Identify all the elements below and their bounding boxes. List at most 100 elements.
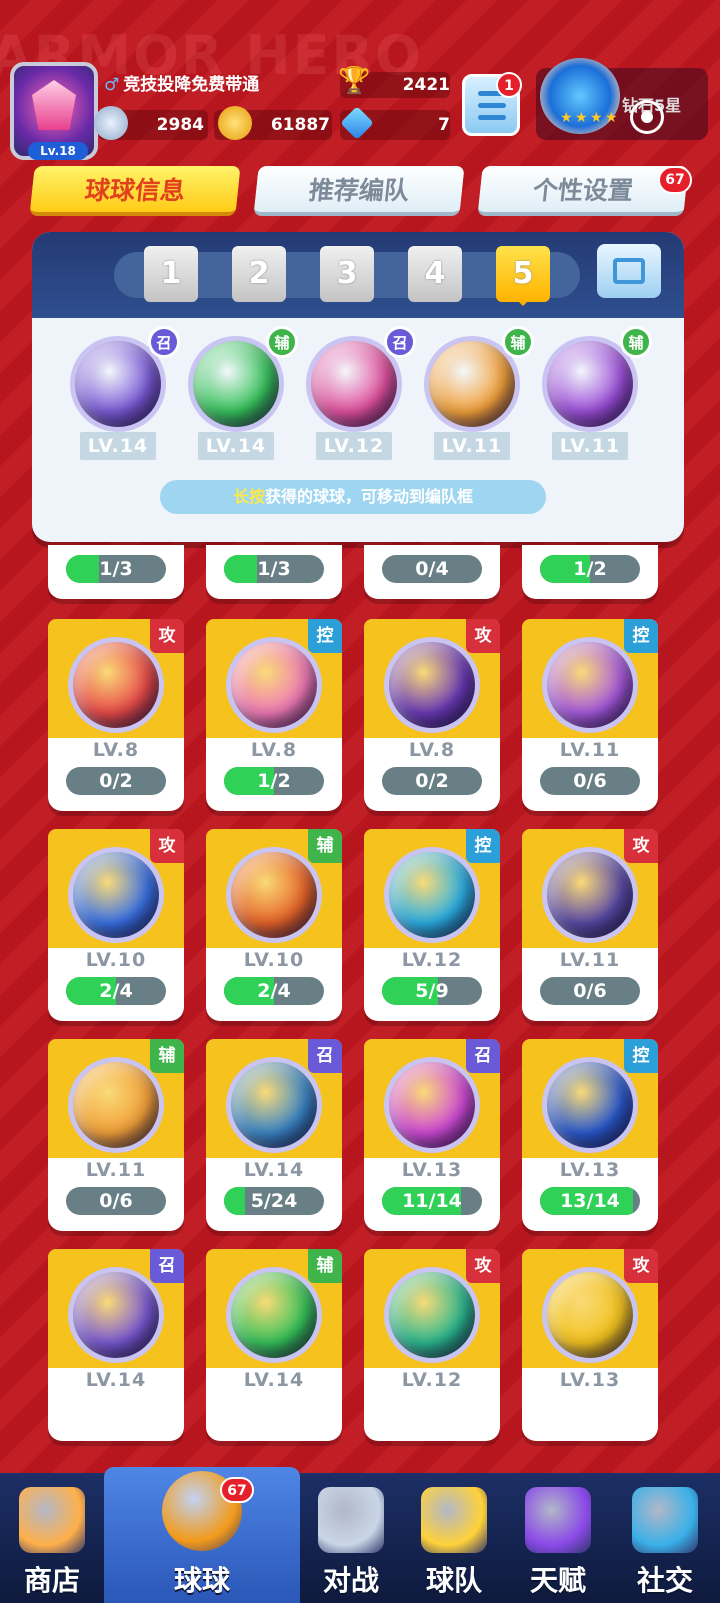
ball-level-label: LV.14 — [243, 1159, 305, 1181]
ball-card[interactable]: 召 LV.14 5/24 — [206, 1039, 342, 1231]
upgrade-progress-bar: 1/3 — [66, 555, 166, 583]
progress-text: 1/3 — [99, 558, 133, 580]
star-currency-icon — [94, 106, 128, 140]
hint-highlight: 长按 — [232, 487, 265, 506]
team-slot-4[interactable]: 4 — [408, 246, 462, 302]
ball-card[interactable]: 控 LV.11 0/6 — [522, 619, 658, 811]
shop-icon — [19, 1487, 85, 1553]
ball-level-label: LV.11 — [434, 432, 510, 460]
progress-text: 11/14 — [402, 1190, 462, 1212]
ball-type-badge: 召 — [308, 1039, 342, 1073]
ball-level-label: LV.10 — [85, 949, 147, 971]
coin-value: 61887 — [270, 115, 330, 135]
ball-card[interactable]: LV.9 1/3 — [48, 545, 184, 599]
ball-type-badge: 攻 — [150, 619, 184, 653]
ball-type-badge: 控 — [624, 619, 658, 653]
menu-notification-badge: 1 — [496, 72, 522, 98]
upgrade-progress-bar: 0/2 — [382, 767, 482, 795]
clock-ball-icon — [542, 1057, 638, 1153]
ball-card[interactable]: 控 LV.13 13/14 — [522, 1039, 658, 1231]
progress-text: 0/6 — [573, 770, 607, 792]
ball-type-badge: 攻 — [466, 1249, 500, 1283]
coin-icon — [218, 106, 252, 140]
progress-text: 0/4 — [415, 558, 449, 580]
ball-level-label: LV.14 — [85, 1369, 147, 1391]
ball-type-badge: 攻 — [624, 1249, 658, 1283]
ball-level-label: LV.13 — [559, 1159, 621, 1181]
ball-level-label: LV.10 — [364, 545, 500, 549]
tab-ball-info[interactable]: 球球信息 — [29, 166, 241, 216]
nav-item-2[interactable]: 对战 — [300, 1473, 402, 1603]
ball-level-label: LV.14 — [198, 432, 274, 460]
ball-level-label: LV.8 — [408, 739, 456, 761]
ball-card[interactable]: 召 LV.14 — [48, 1249, 184, 1441]
ball-card[interactable]: 辅 LV.14 — [206, 1249, 342, 1441]
progress-text: 5/9 — [415, 980, 449, 1002]
drag-hint: 长按获得的球球，可移动到编队框 — [160, 480, 546, 514]
tornado-ball-icon — [384, 1267, 480, 1363]
whirlwind-ball-icon — [226, 1057, 322, 1153]
progress-text: 5/24 — [250, 1190, 298, 1212]
nav-item-5[interactable]: 社交 — [610, 1473, 720, 1603]
nav-label: 天赋 — [529, 1564, 586, 1597]
nav-item-3[interactable]: 球队 — [402, 1473, 506, 1603]
progress-text: 0/6 — [573, 980, 607, 1002]
record-button-icon[interactable] — [630, 100, 664, 134]
ball-card[interactable]: 攻 LV.8 0/2 — [48, 619, 184, 811]
tab-recommended-team[interactable]: 推荐编队 — [253, 166, 465, 216]
ball-type-badge: 攻 — [624, 829, 658, 863]
ball-level-label: LV.12 — [316, 432, 392, 460]
nav-label: 球球 — [173, 1564, 230, 1597]
tab-personal-settings[interactable]: 个性设置 — [477, 166, 689, 216]
progress-text: 1/2 — [257, 770, 291, 792]
ball-level-label: LV.12 — [401, 949, 463, 971]
upgrade-progress-bar: 1/3 — [224, 555, 324, 583]
player-avatar[interactable]: Lv.18 — [10, 62, 98, 160]
upgrade-progress-bar: 2/4 — [224, 977, 324, 1005]
ball-card[interactable]: LV.10 0/4 — [364, 545, 500, 599]
ball-level-label: LV.9 — [48, 545, 184, 549]
team-slot-5[interactable]: 5 — [496, 246, 550, 306]
ball-card[interactable]: 攻 LV.12 — [364, 1249, 500, 1441]
ball-level-label: LV.11 — [552, 432, 628, 460]
team-slot-header: 1 2 3 4 5 — [32, 232, 684, 318]
nav-label: 商店 — [23, 1564, 80, 1597]
hint-text: 获得的球球，可移动到编队框 — [265, 487, 474, 506]
ball-card[interactable]: 控 LV.8 1/2 — [206, 619, 342, 811]
ball-type-badge: 控 — [466, 829, 500, 863]
rank-star-icon: ★ — [590, 110, 603, 126]
nav-item-4[interactable]: 天赋 — [506, 1473, 610, 1603]
player-level-badge: Lv.18 — [28, 142, 88, 160]
team-slot-3[interactable]: 3 — [320, 246, 374, 302]
ball-card[interactable]: LV.9 1/3 — [206, 545, 342, 599]
nav-item-0[interactable]: 商店 — [0, 1473, 104, 1603]
ball-card[interactable]: 辅 LV.10 2/4 — [206, 829, 342, 1021]
ball-card[interactable]: 攻 LV.8 0/2 — [364, 619, 500, 811]
diamond-value: 7 — [438, 115, 450, 135]
progress-text: 13/14 — [560, 1190, 620, 1212]
ball-card[interactable]: 攻 LV.13 — [522, 1249, 658, 1441]
team-slot-1[interactable]: 1 — [144, 246, 198, 302]
ball-card[interactable]: 控 LV.12 5/9 — [364, 829, 500, 1021]
upgrade-progress-bar: 1/2 — [540, 555, 640, 583]
share-button[interactable] — [597, 244, 661, 298]
ball-card[interactable]: 攻 LV.10 2/4 — [48, 829, 184, 1021]
ball-card[interactable]: 辅 LV.11 0/6 — [48, 1039, 184, 1231]
male-gender-icon: ♂ — [104, 75, 120, 95]
trophy-icon: 🏆 — [338, 66, 371, 96]
player-name[interactable]: ♂ 竞技投降免费带通 — [104, 70, 259, 98]
ball-card[interactable]: 攻 LV.11 0/6 — [522, 829, 658, 1021]
player-name-text: 竞技投降免费带通 — [123, 75, 260, 95]
nav-item-1[interactable]: 球球 67 — [104, 1467, 300, 1603]
rank-star-icon: ★ — [560, 110, 573, 126]
upgrade-progress-bar: 0/4 — [382, 555, 482, 583]
nav-label: 社交 — [636, 1564, 693, 1597]
ball-level-label: LV.9 — [206, 545, 342, 549]
ball-card[interactable]: LV.8 1/2 — [522, 545, 658, 599]
avatar-emblem-icon — [32, 80, 76, 130]
ball-card[interactable]: 召 LV.13 11/14 — [364, 1039, 500, 1231]
wings-ball-icon — [226, 847, 322, 943]
team-slot-2[interactable]: 2 — [232, 246, 286, 302]
progress-text: 1/2 — [573, 558, 607, 580]
ball-level-label: LV.11 — [85, 1159, 147, 1181]
